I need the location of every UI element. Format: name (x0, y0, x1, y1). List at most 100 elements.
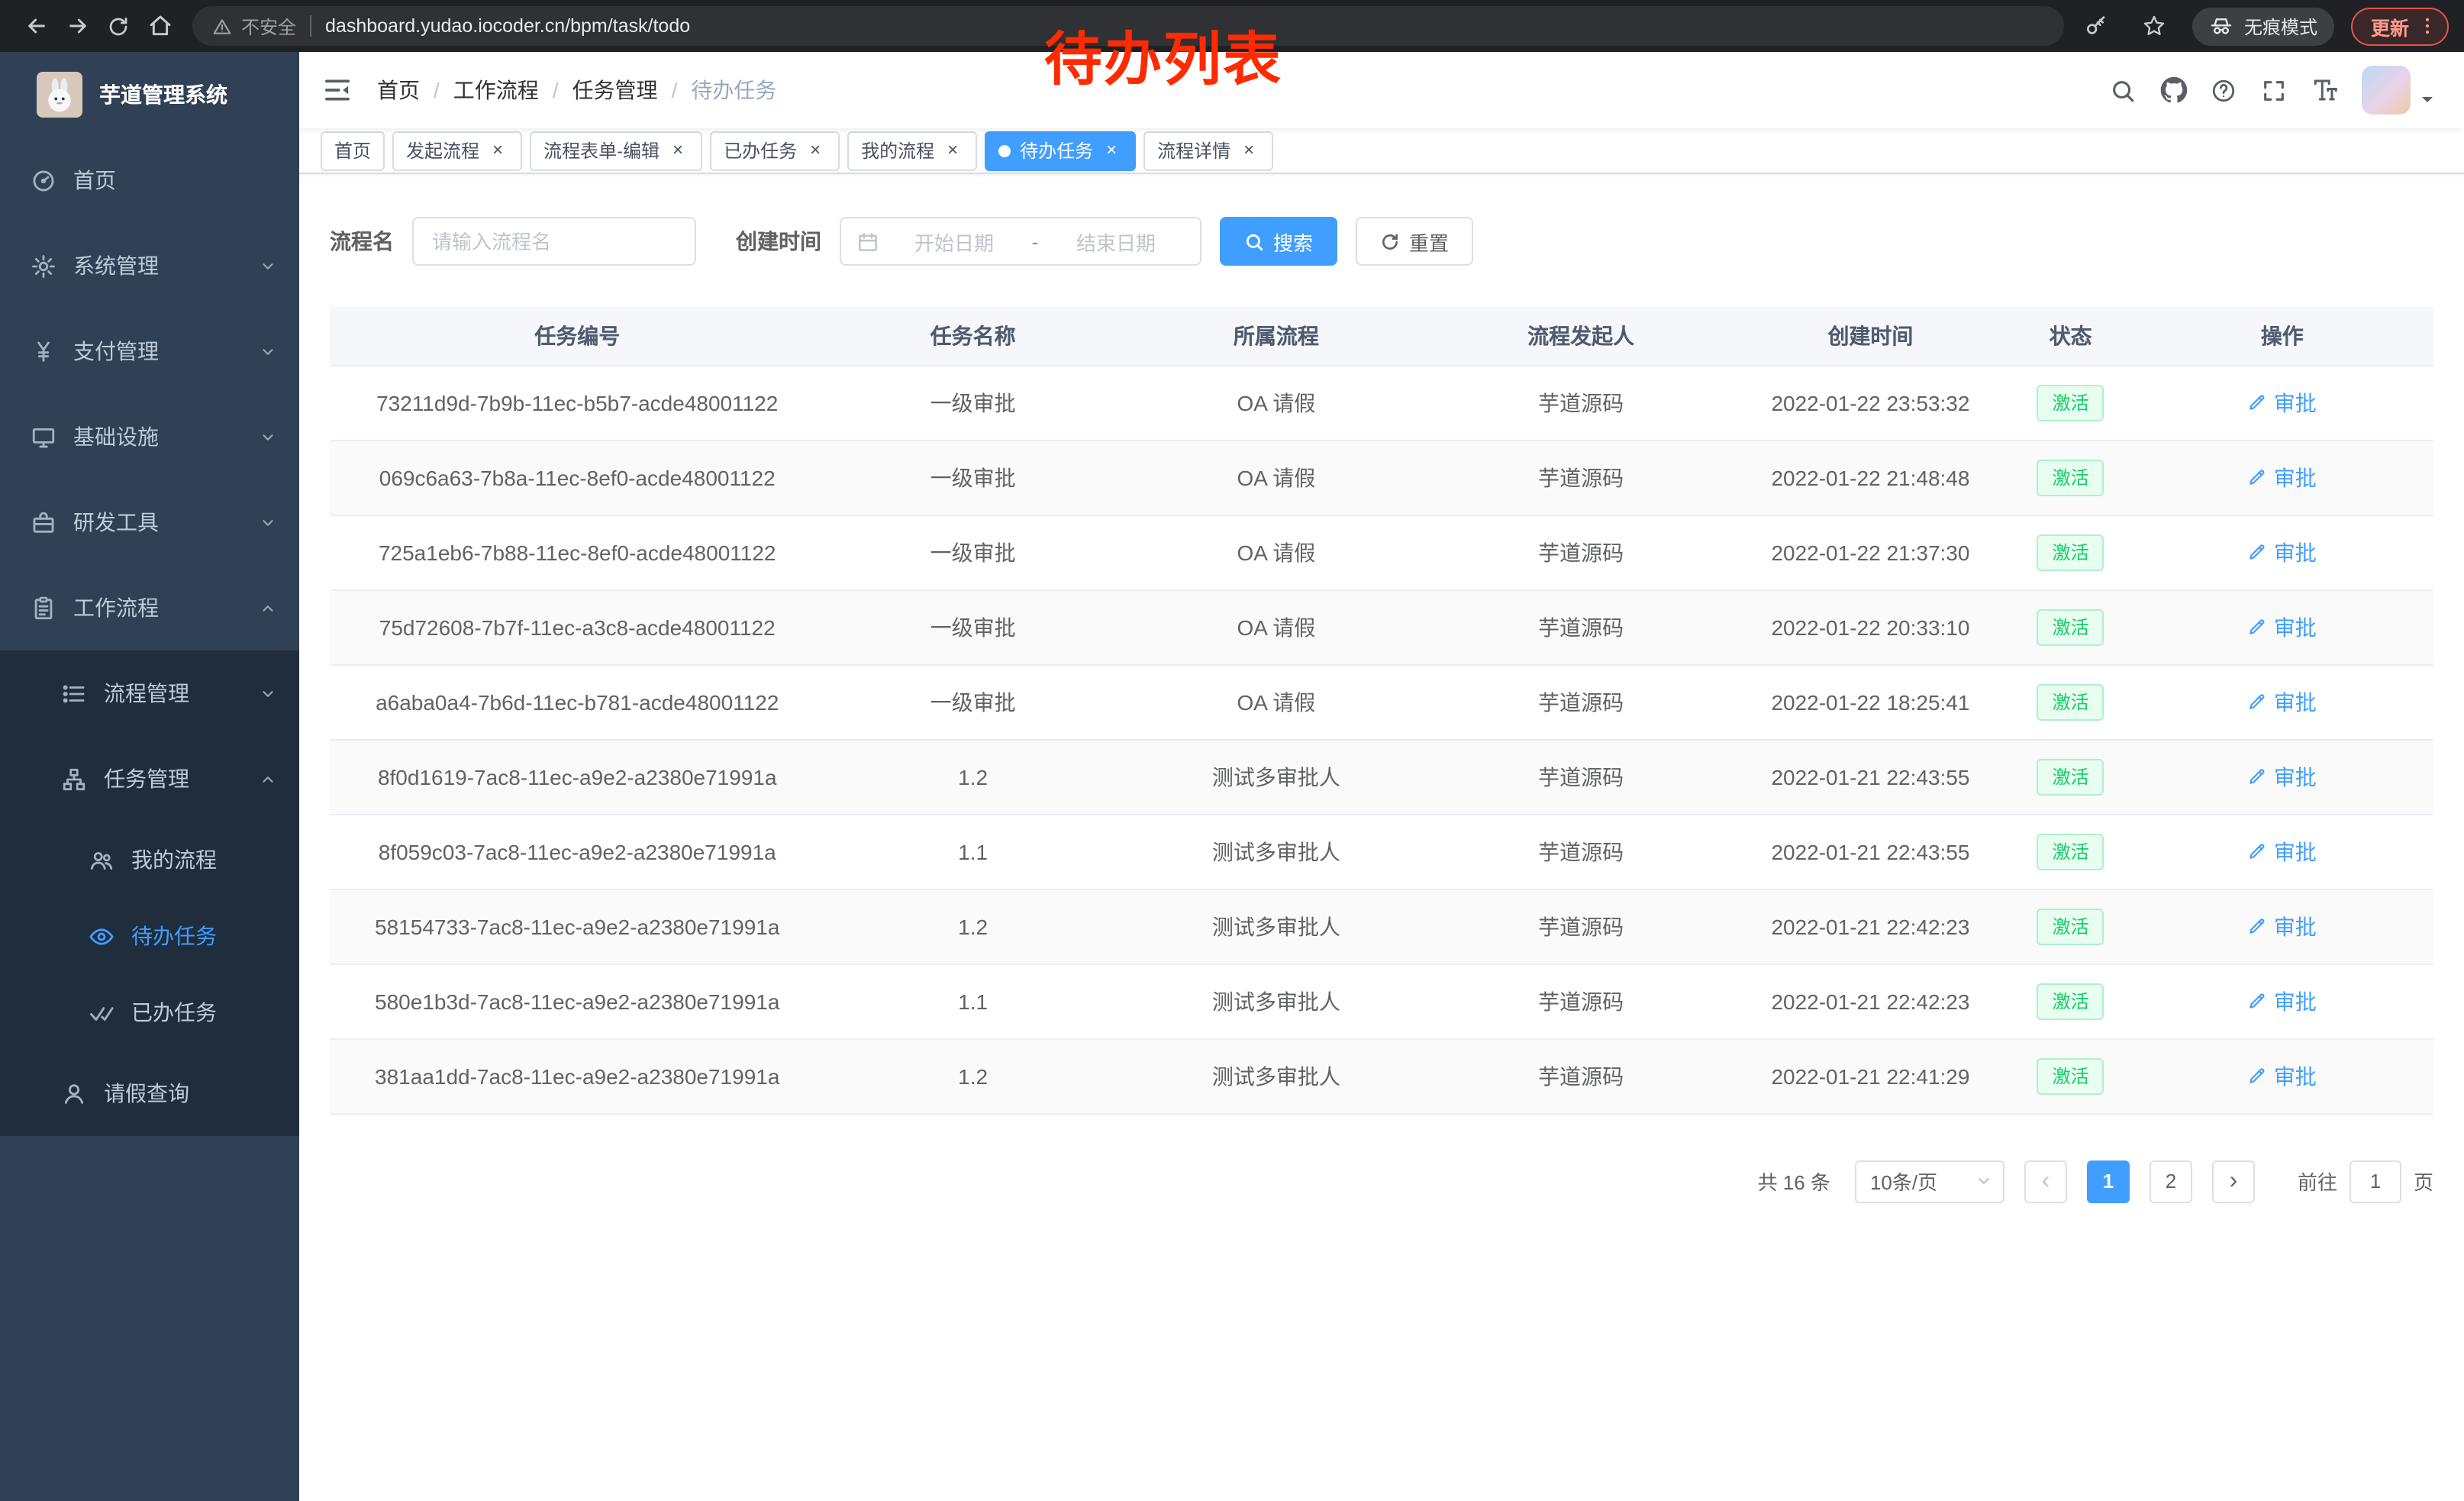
search-icon (2110, 77, 2136, 103)
total-count: 共 16 条 (1758, 1167, 1830, 1196)
sidebar-item-dev-tools[interactable]: 研发工具 (0, 479, 299, 565)
col-task-id: 任务编号 (330, 307, 824, 365)
page-button-1[interactable]: 1 (2087, 1160, 2130, 1202)
cell-create-time: 2022-01-21 22:43:55 (1730, 814, 2010, 889)
close-icon[interactable]: × (1238, 140, 1259, 161)
cell-process: OA 请假 (1121, 440, 1431, 515)
sidebar-item-home[interactable]: 首页 (0, 137, 299, 223)
col-process: 所属流程 (1121, 307, 1431, 365)
back-button[interactable] (15, 5, 56, 47)
cell-task-id: 73211d9d-7b9b-11ec-b5b7-acde48001122 (330, 365, 824, 440)
end-date-placeholder: 结束日期 (1047, 227, 1185, 256)
hamburger-icon (322, 75, 353, 105)
tab-process-detail[interactable]: 流程详情 × (1143, 131, 1273, 170)
refresh-icon (1380, 231, 1400, 251)
approve-link[interactable]: 审批 (2248, 686, 2317, 717)
tab-label: 已办任务 (724, 137, 797, 163)
user-menu[interactable] (2362, 66, 2437, 115)
next-page-button[interactable]: › (2212, 1160, 2255, 1202)
close-icon[interactable]: × (805, 140, 826, 161)
cell-process: 测试多审批人 (1121, 1038, 1431, 1113)
tab-start-process[interactable]: 发起流程 × (392, 131, 522, 170)
tab-label: 发起流程 (406, 137, 479, 163)
date-range-picker[interactable]: 开始日期 - 结束日期 (840, 217, 1201, 266)
home-button[interactable] (139, 5, 180, 47)
cell-create-time: 2022-01-22 21:48:48 (1730, 440, 2010, 515)
cell-create-time: 2022-01-21 22:43:55 (1730, 739, 2010, 814)
cell-create-time: 2022-01-22 20:33:10 (1730, 589, 2010, 664)
sidebar-toggle[interactable] (299, 75, 376, 105)
approve-link[interactable]: 审批 (2248, 387, 2317, 418)
page-button-2[interactable]: 2 (2150, 1160, 2192, 1202)
help-button[interactable] (2198, 52, 2249, 128)
close-icon[interactable]: × (667, 140, 689, 161)
approve-link[interactable]: 审批 (2248, 1060, 2317, 1091)
people-icon (89, 847, 114, 873)
sidebar-item-infrastructure[interactable]: 基础设施 (0, 394, 299, 479)
table-header-row: 任务编号 任务名称 所属流程 流程发起人 创建时间 状态 操作 (330, 307, 2433, 365)
status-badge: 激活 (2037, 608, 2104, 645)
approve-label: 审批 (2274, 911, 2317, 941)
process-name-input[interactable] (412, 217, 696, 266)
close-icon[interactable]: × (942, 140, 963, 161)
close-icon[interactable]: × (1101, 140, 1122, 161)
security-status[interactable]: 不安全 (212, 13, 296, 39)
approve-link[interactable]: 审批 (2248, 836, 2317, 867)
sidebar-item-system[interactable]: 系统管理 (0, 223, 299, 308)
close-icon[interactable]: × (487, 140, 508, 161)
tab-my-processes[interactable]: 我的流程 × (847, 131, 977, 170)
sidebar-item-process-management[interactable]: 流程管理 (0, 650, 299, 736)
approve-link[interactable]: 审批 (2248, 462, 2317, 492)
reset-button[interactable]: 重置 (1356, 217, 1473, 266)
breadcrumb-item-workflow[interactable]: 工作流程 (453, 75, 539, 105)
arrow-left-icon (24, 14, 48, 38)
cell-process: 测试多审批人 (1121, 889, 1431, 964)
forward-button[interactable] (56, 5, 98, 47)
sidebar-item-workflow[interactable]: 工作流程 (0, 565, 299, 650)
chevron-down-icon (260, 514, 276, 531)
approve-link[interactable]: 审批 (2248, 537, 2317, 567)
cell-task-name: 1.1 (824, 814, 1121, 889)
goto-page-input[interactable] (2350, 1160, 2401, 1202)
approve-link[interactable]: 审批 (2248, 612, 2317, 642)
breadcrumb-item-task-management[interactable]: 任务管理 (572, 75, 658, 105)
approve-link[interactable]: 审批 (2248, 911, 2317, 941)
chevron-down-icon (1975, 1173, 1992, 1190)
cell-task-name: 一级审批 (824, 515, 1121, 589)
tab-done-tasks[interactable]: 已办任务 × (710, 131, 840, 170)
password-key-button[interactable] (2076, 5, 2117, 47)
prev-page-button[interactable]: ‹ (2024, 1160, 2067, 1202)
browser-update-menu[interactable]: 更新 (2351, 7, 2449, 45)
fullscreen-button[interactable] (2249, 52, 2299, 128)
edit-pencil-icon (2248, 767, 2268, 786)
cell-task-name: 一级审批 (824, 440, 1121, 515)
col-starter: 流程发起人 (1431, 307, 1730, 365)
chevron-down-icon (260, 343, 276, 360)
github-icon (2159, 76, 2187, 104)
breadcrumb-item-home[interactable]: 首页 (377, 75, 420, 105)
sidebar-item-todo-tasks[interactable]: 待办任务 (0, 898, 299, 974)
approve-link[interactable]: 审批 (2248, 761, 2317, 792)
approve-link[interactable]: 审批 (2248, 986, 2317, 1016)
reload-button[interactable] (98, 5, 139, 47)
font-size-button[interactable] (2299, 52, 2350, 128)
search-button[interactable]: 搜索 (1220, 217, 1337, 266)
sidebar-item-task-management[interactable]: 任务管理 (0, 736, 299, 822)
app-title: 芋道管理系统 (99, 79, 227, 110)
sidebar-item-payment[interactable]: 支付管理 (0, 308, 299, 394)
kebab-menu-icon (2417, 15, 2438, 37)
sidebar-item-leave-query[interactable]: 请假查询 (0, 1051, 299, 1136)
tab-process-form-edit[interactable]: 流程表单-编辑 × (530, 131, 702, 170)
app-logo[interactable]: 芋道管理系统 (0, 52, 299, 137)
text-size-icon (2311, 76, 2338, 104)
sidebar-item-my-processes[interactable]: 我的流程 (0, 822, 299, 898)
page-size-select[interactable]: 10条/页 (1855, 1160, 2004, 1202)
sidebar-item-done-tasks[interactable]: 已办任务 (0, 974, 299, 1051)
github-button[interactable] (2148, 52, 2198, 128)
tab-todo-tasks[interactable]: 待办任务 × (985, 131, 1136, 170)
tab-home[interactable]: 首页 (321, 131, 385, 170)
sidebar-item-label: 流程管理 (104, 678, 189, 709)
bookmark-star-button[interactable] (2134, 5, 2175, 47)
header-search-button[interactable] (2098, 52, 2148, 128)
page-content: 流程名 创建时间 开始日期 - 结束日期 搜索 重 (299, 174, 2464, 1501)
